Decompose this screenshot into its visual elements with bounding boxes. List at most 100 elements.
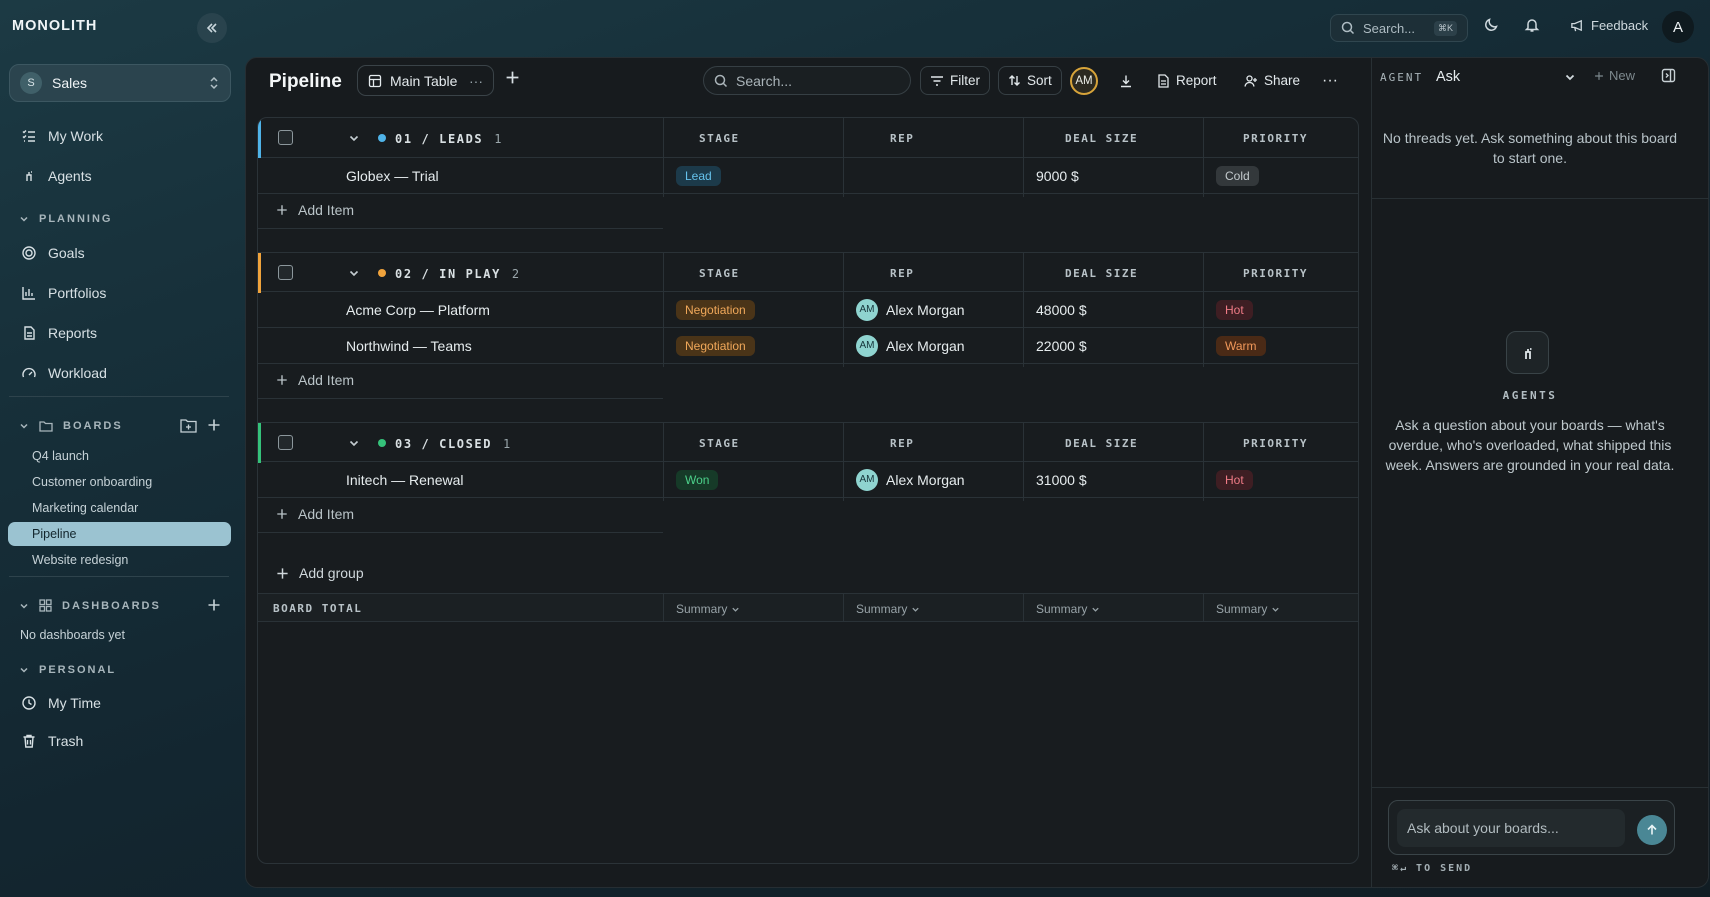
column-header-priority[interactable]: PRIORITY <box>1243 437 1308 450</box>
summary-dropdown-priority[interactable]: Summary <box>1216 602 1280 616</box>
add-view-button[interactable] <box>505 70 520 85</box>
board-search[interactable]: Search... <box>703 66 911 95</box>
send-button[interactable] <box>1637 815 1667 845</box>
chevron-down-icon[interactable] <box>348 132 360 144</box>
nav-agents[interactable]: Agents <box>21 168 92 184</box>
personal-section-toggle[interactable]: PERSONAL <box>19 664 116 676</box>
add-board-button[interactable] <box>207 418 221 432</box>
agent-icon <box>1524 347 1531 359</box>
group-select-checkbox[interactable] <box>278 265 293 280</box>
priority-tag[interactable]: Hot <box>1216 299 1253 320</box>
column-header-stage[interactable]: STAGE <box>699 437 740 450</box>
board-link-marketing-calendar[interactable]: Marketing calendar <box>32 501 138 515</box>
summary-dropdown-stage[interactable]: Summary <box>676 602 740 616</box>
view-tab-main-table[interactable]: Main Table ··· <box>357 65 494 96</box>
agents-tile <box>1506 331 1549 374</box>
share-button[interactable]: Share <box>1235 66 1309 95</box>
board-link-website-redesign[interactable]: Website redesign <box>32 553 128 567</box>
column-header-deal-size[interactable]: DEAL SIZE <box>1065 267 1138 280</box>
add-group-button[interactable]: Add group <box>276 565 364 581</box>
deal-size[interactable]: 48000 $ <box>1036 292 1087 327</box>
notifications-button[interactable] <box>1524 17 1540 33</box>
item-name[interactable]: Globex — Trial <box>346 158 439 193</box>
priority-tag[interactable]: Cold <box>1216 165 1259 186</box>
item-name[interactable]: Northwind — Teams <box>346 328 472 363</box>
stage-tag[interactable]: Negotiation <box>676 299 755 320</box>
chat-input[interactable] <box>1397 809 1625 847</box>
export-button[interactable] <box>1110 66 1142 95</box>
nav-trash[interactable]: Trash <box>21 733 83 749</box>
column-header-rep[interactable]: REP <box>890 267 914 280</box>
global-search[interactable]: Search... ⌘K <box>1330 14 1468 42</box>
column-header-rep[interactable]: REP <box>890 132 914 145</box>
toggle-panel-button[interactable] <box>1661 68 1676 83</box>
group-select-checkbox[interactable] <box>278 130 293 145</box>
nav-my-work[interactable]: My Work <box>21 128 103 144</box>
boards-section-toggle[interactable]: BOARDS <box>19 420 123 432</box>
planning-section-toggle[interactable]: PLANNING <box>19 213 112 225</box>
group-title-in-play[interactable]: 02 / IN PLAY 2 <box>395 267 521 281</box>
stage-tag[interactable]: Negotiation <box>676 335 755 356</box>
new-thread-label: New <box>1609 68 1636 83</box>
nav-reports[interactable]: Reports <box>21 325 97 341</box>
table-row[interactable]: Globex — Trial Lead 9000 $ Cold <box>258 158 1358 194</box>
sort-button[interactable]: Sort <box>998 66 1062 95</box>
board-link-q4-launch[interactable]: Q4 launch <box>32 449 89 463</box>
add-item-button[interactable]: Add Item <box>276 372 354 388</box>
table-row[interactable]: Northwind — Teams Negotiation AM Alex Mor… <box>258 328 1358 364</box>
priority-tag[interactable]: Warm <box>1216 335 1266 356</box>
user-avatar[interactable]: A <box>1662 11 1694 43</box>
new-folder-button[interactable] <box>180 418 197 433</box>
deal-size[interactable]: 22000 $ <box>1036 328 1087 363</box>
group-title-leads[interactable]: 01 / LEADS 1 <box>395 132 503 146</box>
add-dashboard-button[interactable] <box>207 598 221 612</box>
nav-workload[interactable]: Workload <box>21 365 107 381</box>
group-count: 2 <box>511 267 521 281</box>
theme-toggle[interactable] <box>1483 17 1499 33</box>
add-item-button[interactable]: Add Item <box>276 202 354 218</box>
column-header-rep[interactable]: REP <box>890 437 914 450</box>
report-button[interactable]: Report <box>1148 66 1226 95</box>
chevron-down-icon[interactable] <box>348 437 360 449</box>
nav-portfolios[interactable]: Portfolios <box>21 285 106 301</box>
column-header-deal-size[interactable]: DEAL SIZE <box>1065 132 1138 145</box>
item-name[interactable]: Initech — Renewal <box>346 462 464 497</box>
column-header-priority[interactable]: PRIORITY <box>1243 132 1308 145</box>
more-options-button[interactable]: ··· <box>1313 66 1347 95</box>
board-link-pipeline[interactable]: Pipeline <box>32 527 76 541</box>
stage-tag[interactable]: Won <box>676 469 719 490</box>
priority-tag[interactable]: Hot <box>1216 469 1253 490</box>
new-thread-button[interactable]: New <box>1594 68 1635 83</box>
view-options-icon[interactable]: ··· <box>469 73 483 89</box>
rep-cell[interactable]: AM Alex Morgan <box>856 292 965 327</box>
column-header-deal-size[interactable]: DEAL SIZE <box>1065 437 1138 450</box>
chevron-down-icon[interactable] <box>348 267 360 279</box>
board-link-customer-onboarding[interactable]: Customer onboarding <box>32 475 152 489</box>
workspace-switcher[interactable]: S Sales <box>9 64 231 102</box>
item-name[interactable]: Acme Corp — Platform <box>346 292 490 327</box>
deal-size[interactable]: 31000 $ <box>1036 462 1087 497</box>
feedback-button[interactable]: Feedback <box>1570 18 1648 33</box>
add-item-button[interactable]: Add Item <box>276 506 354 522</box>
agent-mode-select[interactable]: Ask <box>1436 64 1576 90</box>
collapse-sidebar-button[interactable] <box>197 13 227 43</box>
deal-size[interactable]: 9000 $ <box>1036 158 1079 193</box>
nav-my-time[interactable]: My Time <box>21 695 101 711</box>
rep-cell[interactable]: AM Alex Morgan <box>856 462 965 497</box>
rep-cell[interactable]: AM Alex Morgan <box>856 328 965 363</box>
group-select-checkbox[interactable] <box>278 435 293 450</box>
stage-tag[interactable]: Lead <box>676 165 721 186</box>
send-shortcut-hint: ⌘↵ TO SEND <box>1392 863 1473 874</box>
column-header-stage[interactable]: STAGE <box>699 267 740 280</box>
table-row[interactable]: Acme Corp — Platform Negotiation AM Alex … <box>258 292 1358 328</box>
summary-dropdown-rep[interactable]: Summary <box>856 602 920 616</box>
summary-dropdown-deal-size[interactable]: Summary <box>1036 602 1100 616</box>
filter-button[interactable]: Filter <box>920 66 990 95</box>
column-header-stage[interactable]: STAGE <box>699 132 740 145</box>
nav-goals[interactable]: Goals <box>21 245 85 261</box>
group-title-closed[interactable]: 03 / CLOSED 1 <box>395 437 512 451</box>
table-row[interactable]: Initech — Renewal Won AM Alex Morgan 3100… <box>258 462 1358 498</box>
person-filter-avatar[interactable]: AM <box>1070 67 1098 95</box>
dashboards-section-toggle[interactable]: DASHBOARDS <box>19 599 161 612</box>
column-header-priority[interactable]: PRIORITY <box>1243 267 1308 280</box>
